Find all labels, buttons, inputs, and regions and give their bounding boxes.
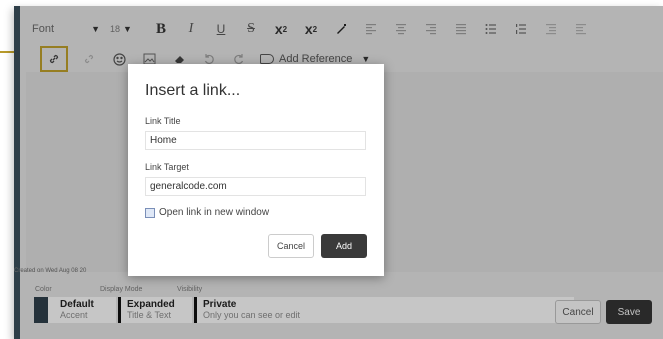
color-label: Color	[35, 286, 52, 293]
color-option-subtitle: Accent	[60, 310, 88, 320]
indent-icon[interactable]	[536, 17, 566, 41]
chevron-down-icon: ▼	[123, 24, 132, 34]
dialog-add-button[interactable]: Add	[321, 234, 367, 258]
footer-options: Default Accent Expanded Title & Text Pri…	[34, 297, 574, 323]
strikethrough-icon[interactable]: S	[236, 17, 266, 41]
cancel-button[interactable]: Cancel	[555, 300, 601, 324]
link-title-label: Link Title	[145, 116, 181, 126]
link-title-input[interactable]	[145, 131, 366, 150]
bold-icon[interactable]: B	[146, 17, 176, 41]
visibility-label: Visibility	[177, 286, 203, 293]
save-button[interactable]: Save	[606, 300, 652, 324]
visibility-title: Private	[203, 299, 237, 310]
chevron-down-icon: ▼	[361, 54, 371, 64]
numbered-list-icon[interactable]	[506, 17, 536, 41]
unlink-icon[interactable]	[74, 47, 104, 71]
font-select[interactable]: Font ▼	[26, 18, 104, 40]
align-justify-icon[interactable]	[446, 17, 476, 41]
dialog-title: Insert a link...	[145, 82, 241, 99]
tag-icon	[260, 54, 274, 64]
link-icon[interactable]	[40, 46, 68, 72]
link-target-input[interactable]	[145, 177, 366, 196]
align-right-icon[interactable]	[416, 17, 446, 41]
font-select-label: Font	[32, 23, 55, 35]
dialog-cancel-button[interactable]: Cancel	[268, 234, 314, 258]
toolbar-row-formatting: Font ▼ 18 ▼ B I U S x2 x2	[26, 16, 596, 42]
color-option[interactable]: Default Accent	[48, 297, 116, 323]
new-window-option[interactable]: Open link in new window	[145, 207, 269, 218]
display-mode-subtitle: Title & Text	[127, 310, 172, 320]
highlighter-icon[interactable]	[326, 17, 356, 41]
new-window-label: Open link in new window	[159, 207, 270, 218]
underline-icon[interactable]: U	[206, 17, 236, 41]
align-left-icon[interactable]	[356, 17, 386, 41]
chevron-down-icon: ▼	[91, 24, 100, 34]
subscript-icon[interactable]: x2	[296, 17, 326, 41]
bulleted-list-icon[interactable]	[476, 17, 506, 41]
superscript-icon[interactable]: x2	[266, 17, 296, 41]
color-swatch[interactable]	[34, 297, 48, 323]
align-center-icon[interactable]	[386, 17, 416, 41]
color-option-title: Default	[60, 299, 94, 310]
display-mode-option[interactable]: Expanded Title & Text	[118, 297, 192, 323]
visibility-option[interactable]: Private Only you can see or edit	[194, 297, 574, 323]
new-window-checkbox[interactable]	[145, 207, 155, 218]
visibility-subtitle: Only you can see or edit	[203, 310, 301, 320]
font-size-select[interactable]: 18 ▼	[110, 24, 146, 34]
insert-link-dialog: Insert a link... Link Title Link Target …	[128, 64, 384, 276]
display-mode-title: Expanded	[127, 299, 175, 310]
editor-toolbar: Font ▼ 18 ▼ B I U S x2 x2 Add Reference …	[26, 12, 663, 72]
outdent-icon[interactable]	[566, 17, 596, 41]
font-size-label: 18	[110, 24, 121, 34]
display-mode-label: Display Mode	[100, 286, 143, 293]
link-target-label: Link Target	[145, 162, 189, 172]
created-timestamp: Created on Wed Aug 08 20	[14, 268, 87, 274]
italic-icon[interactable]: I	[176, 17, 206, 41]
